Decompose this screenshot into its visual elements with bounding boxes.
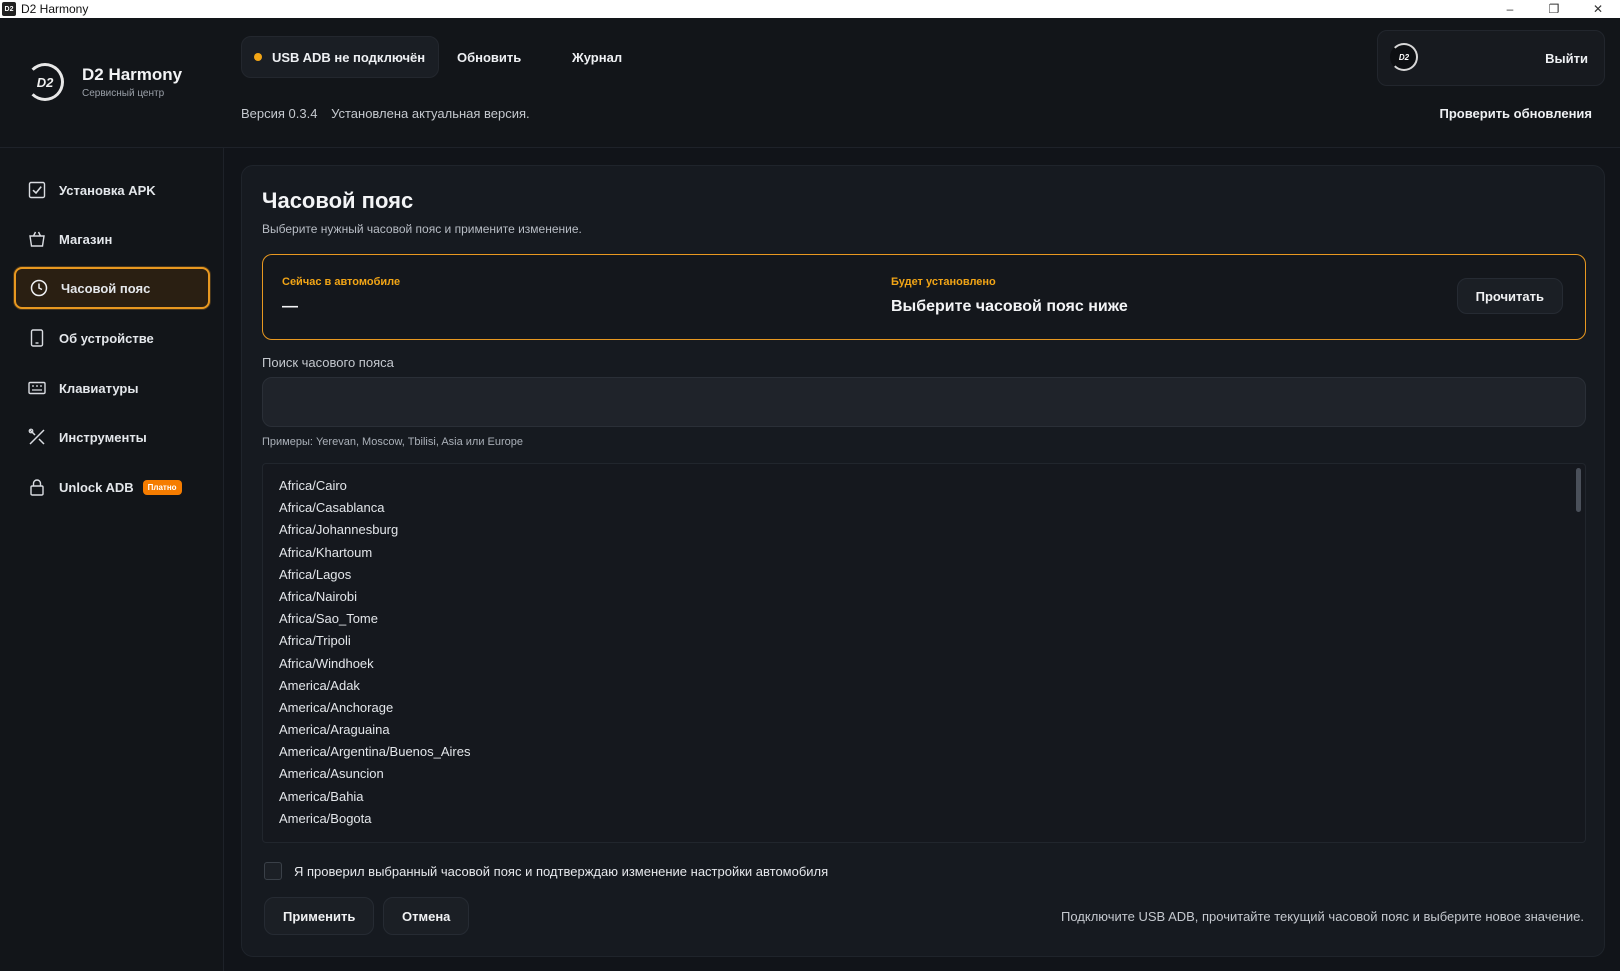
window-controls: – ❐ ✕ — [1488, 0, 1620, 18]
confirm-checkbox[interactable] — [264, 862, 282, 880]
list-item[interactable]: America/Argentina/Buenos_Aires — [263, 741, 1585, 763]
lock-icon — [30, 479, 44, 496]
sidebar-item-label: Магазин — [59, 231, 113, 247]
status-dot-icon — [254, 53, 262, 61]
account-box: D2 Выйти — [1377, 30, 1605, 86]
search-label: Поиск часового пояса — [262, 355, 394, 370]
log-button[interactable]: Журнал — [556, 36, 638, 78]
current-timezone-label: Сейчас в автомобиле — [282, 276, 401, 288]
paid-badge: Платно — [142, 479, 182, 495]
tools-icon — [28, 428, 45, 445]
sidebar-item-label: Установка APK — [59, 182, 156, 198]
refresh-button[interactable]: Обновить — [441, 36, 537, 78]
confirm-text: Я проверил выбранный часовой пояс и подт… — [294, 863, 829, 879]
list-item[interactable]: Africa/Sao_Tome — [263, 608, 1585, 630]
sidebar-item-label: Инструменты — [59, 429, 147, 445]
confirm-row: Я проверил выбранный часовой пояс и подт… — [264, 862, 828, 880]
brand-subtitle: Сервисный центр — [82, 88, 165, 99]
keyboard-icon — [28, 381, 46, 395]
list-scrollbar[interactable] — [1576, 468, 1581, 512]
list-item[interactable]: America/Adak — [263, 675, 1585, 697]
version-label: Версия 0.3.4 — [241, 106, 318, 121]
page-title: Часовой пояс — [262, 188, 414, 213]
cancel-button[interactable]: Отмена — [383, 897, 470, 935]
sidebar-item-label: Об устройстве — [59, 330, 154, 346]
avatar: D2 — [1390, 43, 1418, 71]
list-item[interactable]: Africa/Casablanca — [263, 497, 1585, 519]
list-item[interactable]: America/Anchorage — [263, 697, 1585, 719]
page-subtitle: Выберите нужный часовой пояс и примените… — [262, 222, 582, 236]
adb-status-pill: USB ADB не подключён — [241, 36, 440, 78]
timezone-panel: Часовой пояс Выберите нужный часовой поя… — [241, 165, 1605, 957]
clock-icon — [30, 279, 48, 297]
brand-logo-icon: D2 — [26, 63, 64, 101]
sidebar-item-tools[interactable]: Инструменты — [14, 416, 210, 458]
sidebar-item-keyboards[interactable]: Клавиатуры — [14, 367, 210, 409]
sidebar-item-label: Клавиатуры — [59, 380, 139, 396]
sidebar-item-timezone[interactable]: Часовой пояс — [14, 267, 210, 309]
timezone-list[interactable]: Africa/Cairo Africa/Casablanca Africa/Joha… — [262, 463, 1586, 843]
brand: D2 D2 Harmony Сервисный центр — [26, 63, 182, 101]
search-hint: Примеры: Yerevan, Moscow, Tbilisi, Asia … — [262, 436, 524, 448]
app-header: D2 D2 Harmony Сервисный центр USB ADB не… — [0, 18, 1620, 148]
check-updates-button[interactable]: Проверить обновления — [1439, 106, 1592, 121]
close-icon[interactable]: ✕ — [1576, 0, 1620, 18]
window-title: D2 Harmony — [21, 2, 89, 16]
list-item[interactable]: America/Bahia — [263, 786, 1585, 808]
sidebar-item-store[interactable]: Магазин — [14, 218, 210, 260]
read-button[interactable]: Прочитать — [1456, 278, 1563, 314]
target-timezone-value: Выберите часовой пояс ниже — [891, 298, 1128, 315]
checkbox-icon — [28, 181, 46, 199]
list-item[interactable]: America/Araguaina — [263, 719, 1585, 741]
sidebar-item-label: Unlock ADB — [59, 479, 134, 495]
basket-icon — [29, 231, 45, 247]
list-item[interactable]: America/Asuncion — [263, 763, 1585, 785]
minimize-icon[interactable]: – — [1488, 0, 1532, 18]
list-item[interactable]: Africa/Cairo — [263, 475, 1585, 497]
sidebar-item-install-apk[interactable]: Установка APK — [14, 169, 210, 211]
window-titlebar: D2 D2 Harmony – ❐ ✕ — [0, 0, 1620, 18]
adb-status-label: USB ADB не подключён — [272, 49, 426, 65]
list-item[interactable]: Africa/Windhoek — [263, 653, 1585, 675]
sidebar: Установка APK Магазин Часовой пояс Об ус… — [0, 148, 224, 971]
list-item[interactable]: America/Bogota — [263, 808, 1585, 830]
list-item[interactable]: Africa/Nairobi — [263, 586, 1585, 608]
list-item[interactable]: Africa/Johannesburg — [263, 519, 1585, 541]
sidebar-item-label: Часовой пояс — [61, 280, 151, 296]
brand-title: D2 Harmony — [82, 65, 183, 84]
restore-icon[interactable]: ❐ — [1532, 0, 1576, 18]
list-item[interactable]: Africa/Khartoum — [263, 542, 1585, 564]
sidebar-item-unlock-adb[interactable]: Unlock ADB Платно — [14, 466, 210, 508]
current-timezone-value: — — [282, 298, 298, 315]
version-line: Версия 0.3.4 Установлена актуальная верс… — [241, 106, 530, 121]
footer-hint: Подключите USB ADB, прочитайте текущий ч… — [1061, 909, 1584, 924]
apply-button[interactable]: Применить — [264, 897, 375, 935]
phone-icon — [30, 329, 44, 347]
list-item[interactable]: Africa/Lagos — [263, 564, 1585, 586]
app-icon: D2 — [2, 2, 16, 16]
logout-button[interactable]: Выйти — [1545, 31, 1588, 85]
timezone-search-input[interactable] — [262, 377, 1586, 427]
list-item[interactable]: Africa/Tripoli — [263, 630, 1585, 652]
sidebar-item-device-info[interactable]: Об устройстве — [14, 317, 210, 359]
timezone-status-box: Сейчас в автомобиле — Будет установлено … — [262, 254, 1586, 340]
target-timezone-label: Будет установлено — [891, 276, 996, 288]
version-status: Установлена актуальная версия. — [331, 106, 530, 121]
